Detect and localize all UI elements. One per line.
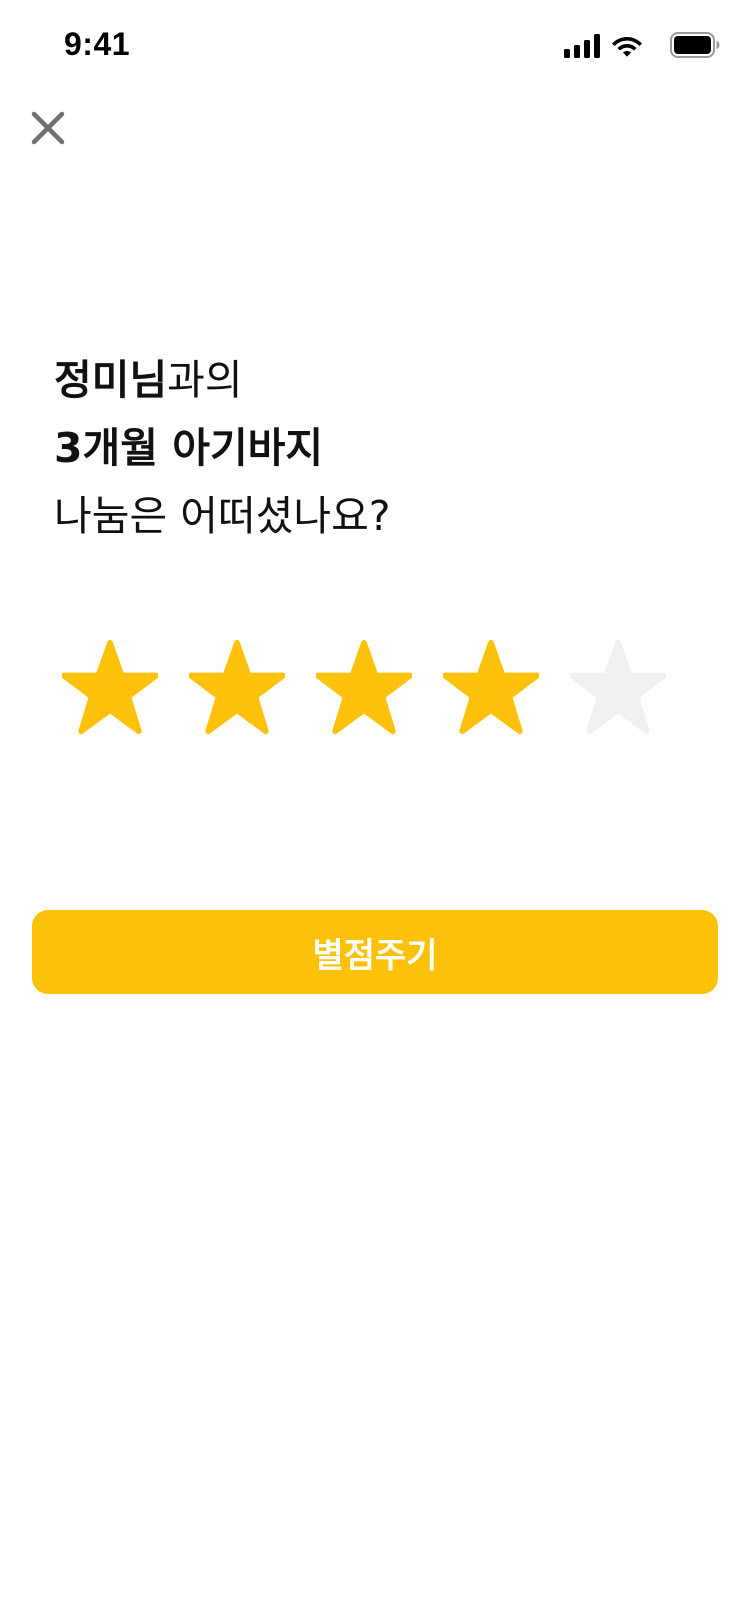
cellular-signal-icon (564, 34, 600, 58)
submit-rating-label: 별점주기 (312, 935, 438, 976)
status-time: 9:41 (64, 26, 131, 62)
wifi-icon (612, 37, 642, 57)
partner-name: 정미님 (54, 356, 168, 404)
star-3[interactable] (316, 640, 412, 736)
rating-question: 나눔은 어떠셨나요? (54, 492, 391, 540)
headline-line-partner: 정미님과의 (54, 346, 694, 414)
status-bar: 9:41 (0, 0, 750, 94)
headline-line-question: 나눔은 어떠셨나요? (54, 482, 694, 550)
headline-line-item: 3개월 아기바지 (54, 414, 694, 482)
star-4[interactable] (443, 640, 539, 736)
close-icon (31, 111, 65, 145)
partner-suffix: 과의 (167, 356, 243, 404)
close-button[interactable] (24, 104, 72, 152)
item-name: 3개월 아기바지 (54, 424, 324, 472)
submit-rating-button[interactable]: 별점주기 (32, 910, 718, 994)
star-1[interactable] (62, 640, 158, 736)
battery-icon (670, 32, 720, 58)
star-2[interactable] (189, 640, 285, 736)
star-rating (62, 640, 702, 736)
star-5[interactable] (570, 640, 666, 736)
review-headline: 정미님과의 3개월 아기바지 나눔은 어떠셨나요? (54, 346, 694, 550)
